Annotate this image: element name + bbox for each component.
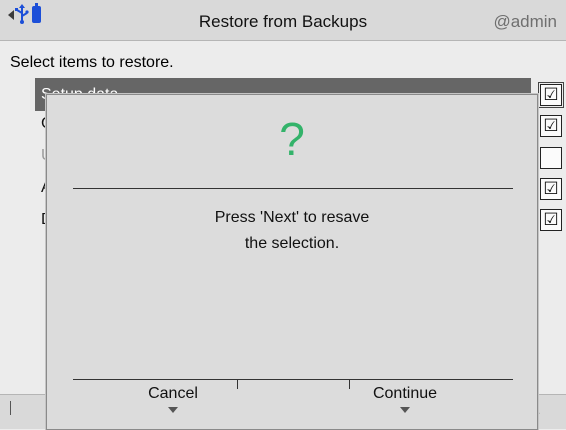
dialog-message: Press 'Next' to resave the selection.: [47, 205, 537, 257]
confirm-dialog: ? Press 'Next' to resave the selection. …: [46, 94, 538, 430]
dialog-message-line2: the selection.: [244, 235, 340, 252]
cancel-button-label: Cancel: [148, 385, 198, 402]
continue-button-label: Continue: [372, 385, 438, 402]
page-title: Restore from Backups: [198, 12, 368, 31]
checkbox-item-4[interactable]: ☑: [540, 178, 562, 200]
checkbox-setup-data[interactable]: ☑: [538, 82, 564, 108]
chevron-down-icon: [400, 407, 410, 413]
softkey-divider: [10, 401, 11, 415]
checkbox-item-3[interactable]: [540, 147, 562, 169]
title-bar: Restore from Backups @admin: [0, 0, 566, 41]
question-icon: ?: [279, 113, 305, 165]
dialog-divider-bottom: [73, 379, 513, 380]
checkbox-item-5[interactable]: ☑: [540, 209, 562, 231]
continue-button[interactable]: Continue: [325, 385, 485, 423]
section-heading: Select items to restore.: [10, 54, 174, 71]
user-label: @admin: [493, 12, 557, 31]
checkbox-item-2[interactable]: ☑: [540, 115, 562, 137]
dialog-divider-top: [73, 188, 513, 189]
cancel-button[interactable]: Cancel: [93, 385, 253, 423]
dialog-message-line1: Press 'Next' to resave: [214, 209, 370, 226]
chevron-down-icon: [168, 407, 178, 413]
